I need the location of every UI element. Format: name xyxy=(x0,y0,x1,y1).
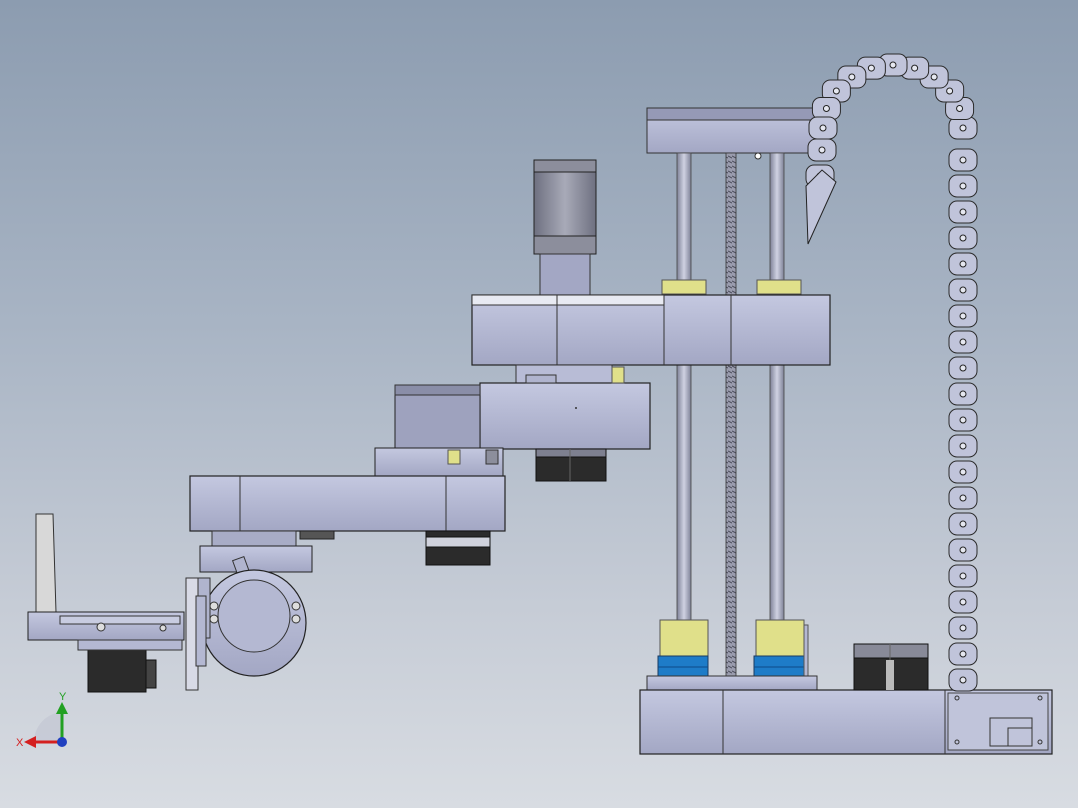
chain-pin xyxy=(959,598,967,606)
chain-pin xyxy=(822,105,830,113)
chain-pin xyxy=(819,124,827,132)
chain-pin xyxy=(959,312,967,320)
chain-pin xyxy=(959,260,967,268)
chain-pin xyxy=(848,73,856,81)
chain-pin xyxy=(832,87,840,95)
bushing-upper-left xyxy=(661,279,707,295)
triad-x-label: X xyxy=(16,737,24,749)
chain-pin xyxy=(959,546,967,554)
chain-bracket xyxy=(805,169,837,245)
chain-pin xyxy=(959,442,967,450)
chain-pin xyxy=(959,156,967,164)
chain-pin xyxy=(959,416,967,424)
chain-pin xyxy=(959,676,967,684)
chain-pin xyxy=(867,64,875,72)
chain-pin xyxy=(959,624,967,632)
coordinate-triad-icon: Y X xyxy=(16,691,68,749)
chain-pin xyxy=(959,650,967,658)
chain-pin xyxy=(959,390,967,398)
chain-pin xyxy=(959,364,967,372)
robot-base[interactable] xyxy=(639,689,1053,755)
chain-pin xyxy=(959,338,967,346)
chain-pin xyxy=(959,520,967,528)
chain-pin xyxy=(959,572,967,580)
bushing-upper-right xyxy=(756,279,802,295)
base-motor[interactable] xyxy=(853,643,929,691)
z-axis-column[interactable] xyxy=(646,107,818,694)
shoulder-joint[interactable] xyxy=(479,366,651,482)
chain-pin xyxy=(959,182,967,190)
gripper-servo xyxy=(87,647,147,693)
guide-rod-left xyxy=(676,152,692,694)
chain-pin xyxy=(911,64,919,72)
gripper-end-effector[interactable] xyxy=(27,513,207,693)
scara-robot-model: Y X xyxy=(16,53,1053,755)
chain-pin xyxy=(959,286,967,294)
chain-pin xyxy=(959,208,967,216)
bushing-lower-left xyxy=(659,619,709,657)
chain-pin xyxy=(959,234,967,242)
chain-pin xyxy=(889,61,897,69)
chain-pin xyxy=(956,105,964,113)
chain-pin xyxy=(818,146,826,154)
cad-viewport[interactable]: Y X xyxy=(0,0,1078,808)
triad-y-label: Y xyxy=(59,691,67,703)
guide-rod-right xyxy=(769,152,785,694)
chain-pin xyxy=(930,73,938,81)
chain-pin xyxy=(959,468,967,476)
chain-pin xyxy=(959,124,967,132)
bushing-lower-right xyxy=(755,619,805,657)
chain-pin xyxy=(959,494,967,502)
chain-pin xyxy=(946,87,954,95)
wrist-joint[interactable] xyxy=(195,530,313,677)
cable-drag-chain[interactable] xyxy=(805,53,978,692)
lead-screw xyxy=(725,152,737,679)
